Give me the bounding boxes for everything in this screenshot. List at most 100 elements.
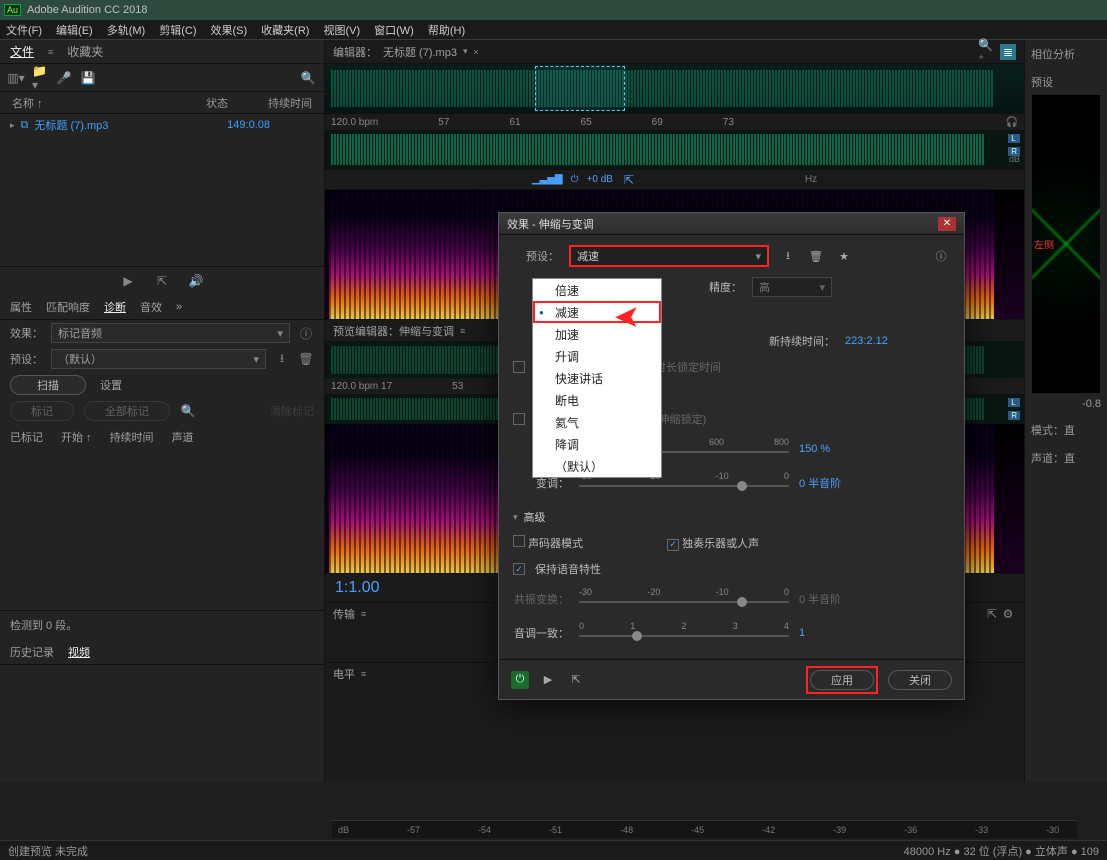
- lock-stretch-checkbox[interactable]: [513, 413, 525, 425]
- channel-right-badge: R: [1008, 147, 1020, 156]
- selection-range[interactable]: [535, 66, 625, 111]
- dialog-close-icon[interactable]: ✕: [938, 217, 956, 231]
- formant-value: 0: [799, 594, 805, 606]
- keep-voice-checkbox[interactable]: ✓: [513, 563, 525, 575]
- col-channel: 声道: [172, 429, 194, 445]
- menu-view[interactable]: 视图(V): [323, 22, 360, 38]
- preset-option[interactable]: 升调: [533, 345, 661, 367]
- search-icon[interactable]: 🔍: [300, 70, 316, 86]
- lock-icon[interactable]: ⇱: [621, 172, 637, 188]
- play-icon[interactable]: ▶: [120, 273, 136, 289]
- expand-icon[interactable]: ▸: [10, 120, 15, 131]
- coherence-slider[interactable]: 01234: [579, 621, 789, 645]
- menu-help[interactable]: 帮助(H): [428, 22, 465, 38]
- headphone-icon[interactable]: 🎧: [1006, 117, 1018, 128]
- files-tab-menu-icon[interactable]: ≡: [48, 47, 53, 57]
- preset-option[interactable]: 加速: [533, 323, 661, 345]
- solo-checkbox[interactable]: ✓: [667, 539, 679, 551]
- favorites-tab[interactable]: 收藏夹: [67, 43, 103, 60]
- col-marked: 已标记: [10, 429, 43, 445]
- share-icon[interactable]: ⇱: [984, 606, 1000, 622]
- levels-menu-icon[interactable]: ≡: [361, 669, 366, 679]
- editor-close-icon[interactable]: ×: [474, 47, 479, 57]
- speaker-icon[interactable]: 🔊: [188, 273, 204, 289]
- bpm-label-2: 120.0 bpm 17: [331, 381, 392, 392]
- delete-preset-icon[interactable]: 🗑: [807, 247, 825, 265]
- editor-file-name: 无标题 (7).mp3: [383, 44, 457, 60]
- phase-scope: 左侧: [1031, 94, 1101, 394]
- volume-bars-icon: ▁▃▅▇: [532, 174, 563, 185]
- favorite-icon[interactable]: ★: [835, 247, 853, 265]
- close-button[interactable]: 关闭: [888, 670, 952, 690]
- stretch-value[interactable]: 150: [799, 443, 817, 455]
- menu-multitrack[interactable]: 多轨(M): [107, 22, 146, 38]
- power-small-icon[interactable]: ⏻: [571, 174, 579, 185]
- info-icon-dialog[interactable]: ⓘ: [932, 247, 950, 265]
- info-icon[interactable]: ⓘ: [298, 325, 314, 341]
- tab-loudness[interactable]: 匹配响度: [46, 299, 90, 315]
- tab-video[interactable]: 视频: [68, 644, 90, 660]
- tab-properties[interactable]: 属性: [10, 299, 32, 315]
- waveform-main[interactable]: dBdB LR: [325, 130, 1024, 170]
- zoom-icon[interactable]: 🔍⁺: [978, 44, 994, 60]
- pitch-value[interactable]: 0: [799, 478, 805, 490]
- preview-play-icon[interactable]: ▶: [539, 671, 557, 689]
- spectral-view-icon[interactable]: ≣: [1000, 44, 1016, 60]
- preset-option[interactable]: 氦气: [533, 411, 661, 433]
- precision-select[interactable]: 高: [752, 277, 832, 297]
- menu-edit[interactable]: 编辑(E): [56, 22, 93, 38]
- tab-overflow-icon[interactable]: »: [176, 301, 182, 313]
- menu-effects[interactable]: 效果(S): [211, 22, 248, 38]
- col-status[interactable]: 状态: [206, 95, 228, 111]
- save-preset-icon[interactable]: ⭳: [779, 247, 797, 265]
- new-file-icon[interactable]: ▥▾: [8, 70, 24, 86]
- effect-select[interactable]: 标记音频: [51, 323, 290, 343]
- trash-icon[interactable]: 🗑: [298, 351, 314, 367]
- new-duration-label: 新持续时间：: [769, 333, 835, 349]
- preset-option[interactable]: 快速讲话: [533, 367, 661, 389]
- lock-duration-checkbox[interactable]: [513, 361, 525, 373]
- col-duration[interactable]: 持续时间: [268, 95, 312, 111]
- search-icon-2[interactable]: 🔍: [180, 403, 196, 419]
- preview-menu-icon[interactable]: ≡: [460, 326, 465, 336]
- tab-diagnostics[interactable]: 诊断: [104, 299, 126, 315]
- preset-select[interactable]: 减速: [569, 245, 769, 267]
- gear-icon[interactable]: ⚙: [1000, 606, 1016, 622]
- apply-button[interactable]: 应用: [810, 670, 874, 690]
- editor-dropdown-icon[interactable]: ▾: [463, 46, 468, 57]
- files-tab[interactable]: 文件: [10, 43, 34, 60]
- gain-value[interactable]: +0 dB: [587, 174, 613, 185]
- file-row[interactable]: ▸ ⧉ 无标题 (7).mp3 149:0.08: [0, 114, 324, 136]
- preset-option[interactable]: 断电: [533, 389, 661, 411]
- advanced-disclosure-icon[interactable]: ▾: [513, 512, 518, 523]
- coherence-value[interactable]: 1: [799, 627, 859, 639]
- scan-button[interactable]: 扫描: [10, 375, 86, 395]
- preset-option[interactable]: 倍速: [533, 279, 661, 301]
- loop-icon[interactable]: ⇱: [567, 671, 585, 689]
- file-duration: 149:0.08: [227, 119, 270, 131]
- preset-select-diag[interactable]: （默认）: [51, 349, 266, 369]
- save-icon[interactable]: 💾: [80, 70, 96, 86]
- settings-link[interactable]: 设置: [100, 377, 122, 393]
- open-file-icon[interactable]: 📁▾: [32, 70, 48, 86]
- export-icon[interactable]: ⇱: [154, 273, 170, 289]
- tab-soundfx[interactable]: 音效: [140, 299, 162, 315]
- transport-menu-icon[interactable]: ≡: [361, 609, 366, 619]
- tab-history[interactable]: 历史记录: [10, 644, 54, 660]
- download-icon[interactable]: ⭳: [274, 351, 290, 367]
- menu-clip[interactable]: 剪辑(C): [159, 22, 196, 38]
- preset-option[interactable]: 降调: [533, 433, 661, 455]
- menu-window[interactable]: 窗口(W): [374, 22, 414, 38]
- col-name[interactable]: 名称 ↑: [12, 95, 43, 111]
- app-logo-icon: Au: [4, 4, 21, 16]
- waveform-overview[interactable]: [325, 64, 1024, 114]
- menu-favorites[interactable]: 收藏夹(R): [261, 22, 309, 38]
- preset-option[interactable]: （默认）: [533, 455, 661, 477]
- preset-option-selected[interactable]: 减速: [533, 301, 661, 323]
- new-duration-value[interactable]: 223:2.12: [845, 335, 888, 347]
- vocoder-checkbox[interactable]: [513, 535, 525, 547]
- effect-power-icon[interactable]: ⏻: [511, 671, 529, 689]
- mic-record-icon[interactable]: 🎤: [56, 70, 72, 86]
- menu-file[interactable]: 文件(F): [6, 22, 42, 38]
- vocoder-label: 声码器模式: [528, 538, 583, 550]
